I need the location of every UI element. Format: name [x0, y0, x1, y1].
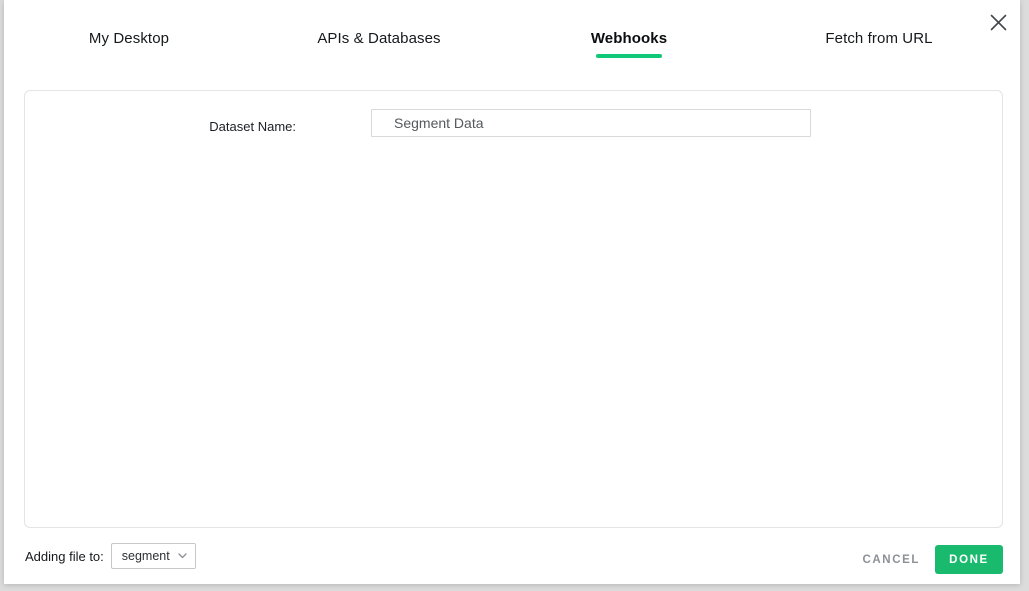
chevron-down-icon — [178, 553, 187, 559]
webhooks-content-panel: Dataset Name: — [24, 90, 1003, 528]
tab-label: APIs & Databases — [317, 30, 441, 47]
tab-apis-databases[interactable]: APIs & Databases — [254, 30, 504, 58]
tab-label: Fetch from URL — [825, 30, 933, 47]
tab-active-underline — [596, 54, 662, 58]
tab-my-desktop[interactable]: My Desktop — [4, 30, 254, 58]
cancel-button[interactable]: CANCEL — [862, 554, 920, 566]
tab-label: My Desktop — [88, 30, 170, 47]
folder-select-value: segment — [121, 549, 170, 563]
tab-fetch-from-url[interactable]: Fetch from URL — [754, 30, 1004, 58]
footer-destination: Adding file to: segment — [25, 542, 196, 570]
dataset-name-input[interactable] — [371, 109, 811, 137]
folder-select[interactable]: segment — [110, 543, 196, 569]
footer-actions: CANCEL DONE — [862, 545, 1003, 574]
close-icon[interactable] — [988, 12, 1008, 32]
done-button[interactable]: DONE — [935, 545, 1003, 574]
tab-label: Webhooks — [590, 30, 668, 47]
tab-webhooks[interactable]: Webhooks — [504, 30, 754, 58]
source-tabbar: My Desktop APIs & Databases Webhooks Fet… — [4, 30, 1004, 58]
add-data-source-modal: My Desktop APIs & Databases Webhooks Fet… — [4, 0, 1020, 584]
adding-file-to-label: Adding file to: — [25, 548, 104, 564]
dataset-name-label: Dataset Name: — [209, 119, 296, 134]
